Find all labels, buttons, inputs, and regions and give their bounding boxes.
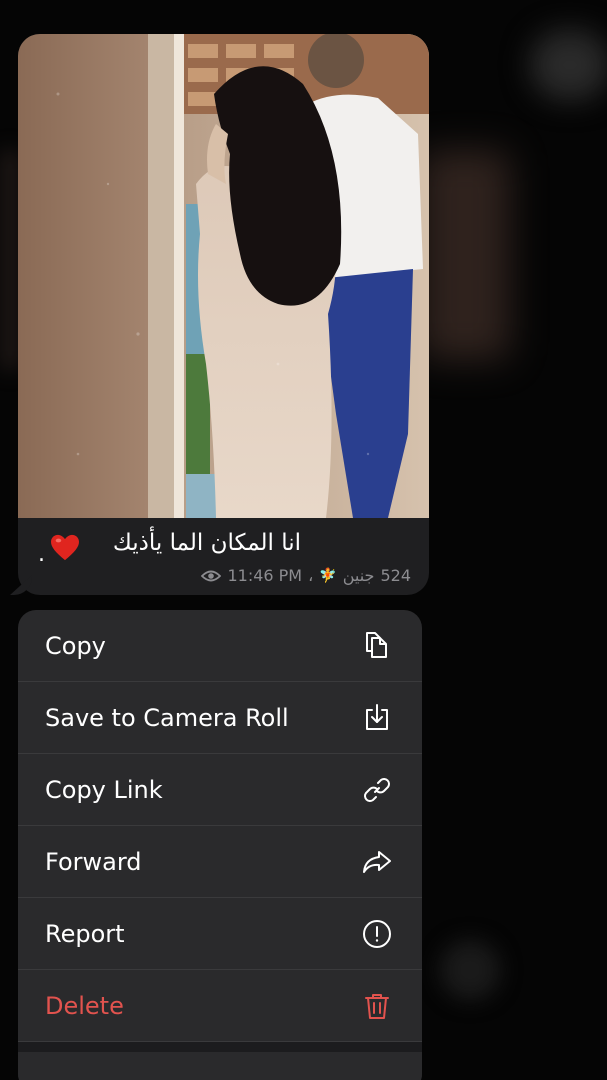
chat-screen: انا المكان الما يأذيك . 11:46 PM ، 🧚 جني… [0,0,607,1080]
caption-dot: . [38,542,45,567]
bubble-tail [10,575,32,595]
menu-item-label: Delete [45,991,124,1020]
fairy-emoji-icon: 🧚 [319,567,337,584]
message-photo[interactable] [18,34,429,518]
save-download-icon [360,701,394,735]
menu-item-label: Forward [45,847,142,876]
message-author: جنين [342,566,375,585]
views-eye-icon [201,570,222,581]
menu-item-forward[interactable]: Forward [18,826,422,898]
menu-item-delete[interactable]: Delete [18,970,422,1042]
message-meta: 11:46 PM ، 🧚 جنين 524 [201,566,411,585]
menu-item-label: Report [45,919,125,948]
menu-item-label: Copy [45,631,106,660]
link-icon [360,773,394,807]
background-blur [530,30,607,100]
trash-icon [360,989,394,1023]
background-blur [0,150,20,370]
menu-item-report[interactable]: Report [18,898,422,970]
heart-emoji-icon [51,534,79,561]
menu-item-label: Copy Link [45,775,163,804]
copy-icon [360,629,394,663]
menu-item-save-to-camera-roll[interactable]: Save to Camera Roll [18,682,422,754]
context-menu: Copy Save to Camera Roll Copy Link Forwa… [18,610,422,1080]
report-exclamation-icon [360,917,394,951]
menu-item-copy[interactable]: Copy [18,610,422,682]
menu-separator [18,1042,422,1052]
background-blur [440,940,500,1000]
message-bubble[interactable]: انا المكان الما يأذيك . 11:46 PM ، 🧚 جني… [10,34,429,595]
menu-item-label: Save to Camera Roll [45,703,289,732]
menu-item-copy-link[interactable]: Copy Link [18,754,422,826]
message-views: 524 [380,566,411,585]
forward-arrow-icon [360,845,394,879]
message-caption: انا المكان الما يأذيك [112,530,301,556]
background-blur [420,150,510,360]
menu-item-partial[interactable] [18,1052,422,1080]
author-suffix: ، [308,566,314,585]
message-time: 11:46 PM [227,566,303,585]
